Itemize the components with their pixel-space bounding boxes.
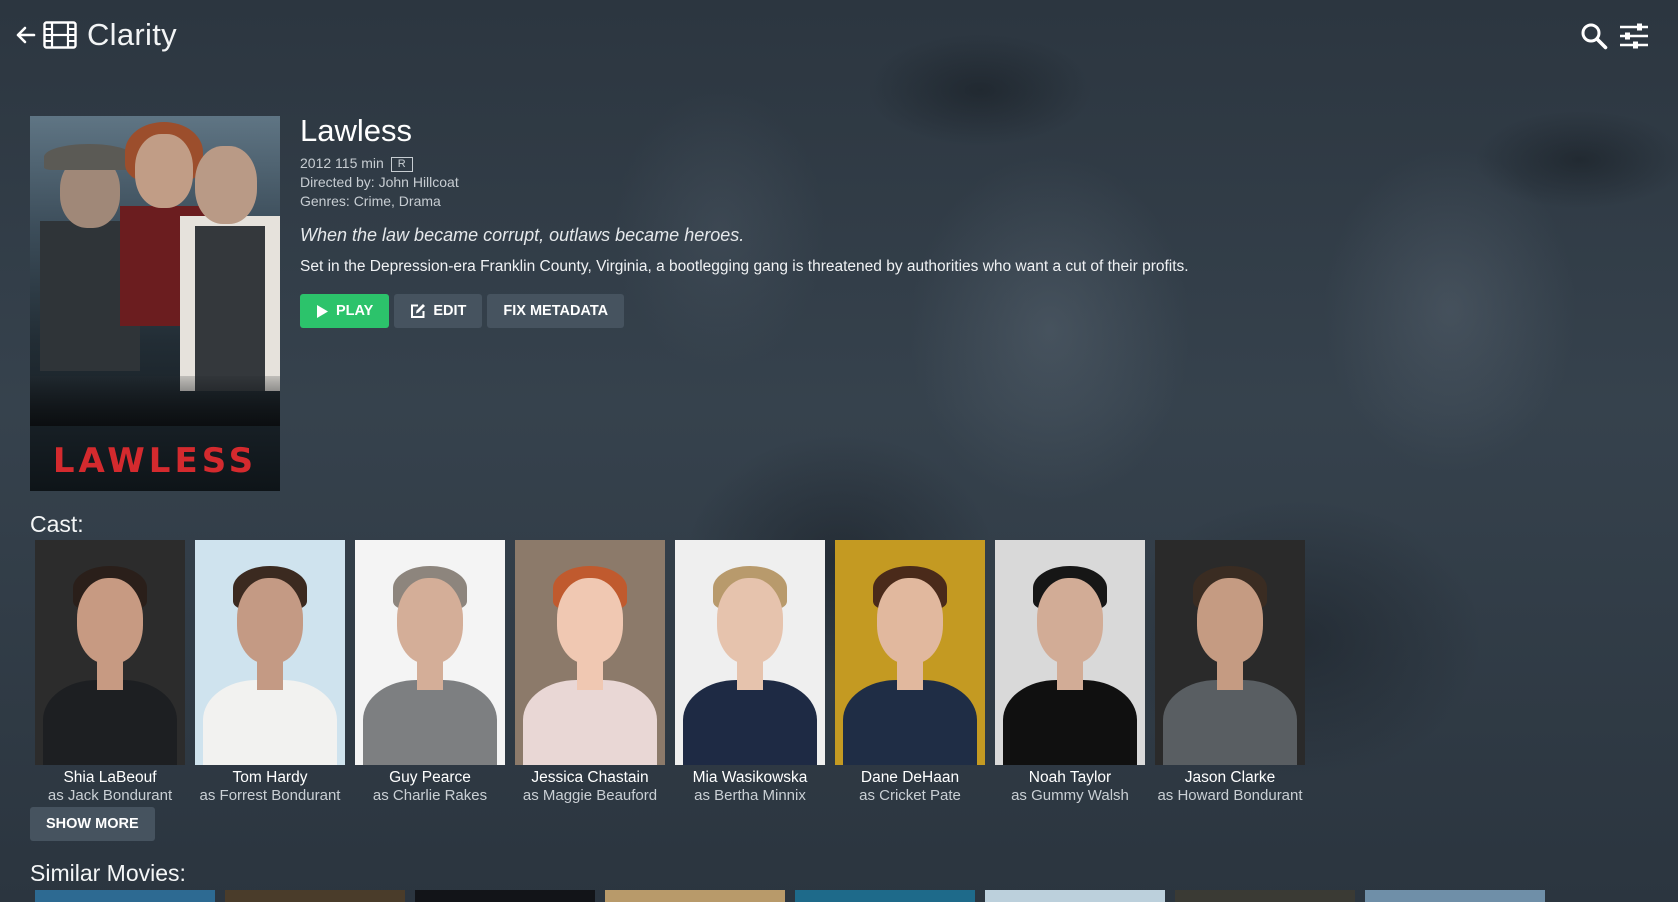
cast-photo: [35, 540, 185, 765]
movie-details: Lawless 2012 115 min R Directed by: John…: [300, 112, 1600, 328]
genres-line: Genres: Crime, Drama: [300, 193, 441, 209]
cast-list: Shia LaBeouf as Jack Bondurant Tom Hardy as…: [35, 540, 1305, 804]
cast-name: Shia LaBeouf: [63, 769, 157, 786]
cast-card[interactable]: Mia Wasikowska as Bertha Minnix: [675, 540, 825, 804]
movie-runtime: 115 min: [335, 155, 384, 171]
similar-movie-thumb[interactable]: [795, 890, 975, 902]
movie-poster: LAWLESS: [30, 116, 280, 491]
cast-role: as Gummy Walsh: [1011, 787, 1129, 804]
similar-movie-thumb[interactable]: [1175, 890, 1355, 902]
year-runtime-line: 2012 115 min R: [300, 154, 1600, 173]
similar-movie-thumb[interactable]: [415, 890, 595, 902]
summary: Set in the Depression-era Franklin Count…: [300, 258, 1189, 275]
cast-photo: [355, 540, 505, 765]
movie-year: 2012: [300, 155, 332, 171]
action-buttons: PLAY EDIT FIX METADATA: [300, 294, 1600, 328]
app-title: Clarity: [87, 17, 177, 52]
play-icon: [317, 304, 328, 318]
cast-photo: [835, 540, 985, 765]
cast-card[interactable]: Dane DeHaan as Cricket Pate: [835, 540, 985, 804]
cast-role: as Jack Bondurant: [47, 787, 173, 804]
back-arrow-icon[interactable]: [14, 24, 36, 46]
cast-role: as Bertha Minnix: [694, 787, 806, 804]
cast-name: Jessica Chastain: [531, 769, 649, 786]
cast-role: as Howard Bondurant: [1157, 787, 1303, 804]
cast-card[interactable]: Noah Taylor as Gummy Walsh: [995, 540, 1145, 804]
cast-name: Dane DeHaan: [860, 769, 960, 786]
show-more-button[interactable]: SHOW MORE: [30, 807, 155, 841]
cast-role: as Charlie Rakes: [372, 787, 488, 804]
edit-icon: [411, 304, 426, 318]
cast-photo: [1155, 540, 1305, 765]
similar-movie-thumb[interactable]: [605, 890, 785, 902]
cast-card[interactable]: Guy Pearce as Charlie Rakes: [355, 540, 505, 804]
settings-sliders-icon[interactable]: [1619, 23, 1649, 49]
play-label: PLAY: [336, 303, 374, 319]
cast-photo: [995, 540, 1145, 765]
similar-movie-thumb[interactable]: [985, 890, 1165, 902]
cast-photo: [675, 540, 825, 765]
cast-name: Mia Wasikowska: [692, 769, 808, 786]
rating-badge: R: [390, 157, 413, 172]
cast-name: Jason Clarke: [1184, 769, 1276, 786]
fix-metadata-button[interactable]: FIX METADATA: [487, 294, 625, 328]
cast-photo: [515, 540, 665, 765]
cast-photo: [195, 540, 345, 765]
similar-movies-heading: Similar Movies:: [30, 860, 186, 886]
play-button[interactable]: PLAY: [300, 294, 390, 328]
cast-card[interactable]: Jason Clarke as Howard Bondurant: [1155, 540, 1305, 804]
similar-movie-thumb[interactable]: [35, 890, 215, 902]
director-line: Directed by: John Hillcoat: [300, 174, 459, 190]
cast-card[interactable]: Shia LaBeouf as Jack Bondurant: [35, 540, 185, 804]
edit-label: EDIT: [433, 303, 467, 319]
search-icon[interactable]: [1580, 22, 1608, 50]
top-bar: Clarity: [0, 0, 1678, 72]
similar-movie-thumb[interactable]: [1365, 890, 1545, 902]
cast-role: as Maggie Beauford: [522, 787, 658, 804]
film-icon: [43, 21, 77, 49]
cast-role: as Cricket Pate: [859, 787, 961, 804]
cast-heading: Cast:: [30, 511, 84, 537]
cast-role: as Forrest Bondurant: [199, 787, 341, 804]
edit-button[interactable]: EDIT: [394, 294, 483, 328]
poster-title: LAWLESS: [52, 441, 258, 481]
cast-card[interactable]: Tom Hardy as Forrest Bondurant: [195, 540, 345, 804]
similar-movies-list: [35, 890, 1545, 902]
cast-name: Tom Hardy: [232, 769, 308, 786]
movie-title: Lawless: [300, 113, 412, 148]
fix-metadata-label: FIX METADATA: [503, 303, 609, 319]
cast-card[interactable]: Jessica Chastain as Maggie Beauford: [515, 540, 665, 804]
similar-movie-thumb[interactable]: [225, 890, 405, 902]
cast-name: Noah Taylor: [1028, 769, 1112, 786]
cast-name: Guy Pearce: [389, 769, 471, 786]
tagline: When the law became corrupt, outlaws bec…: [300, 225, 745, 245]
